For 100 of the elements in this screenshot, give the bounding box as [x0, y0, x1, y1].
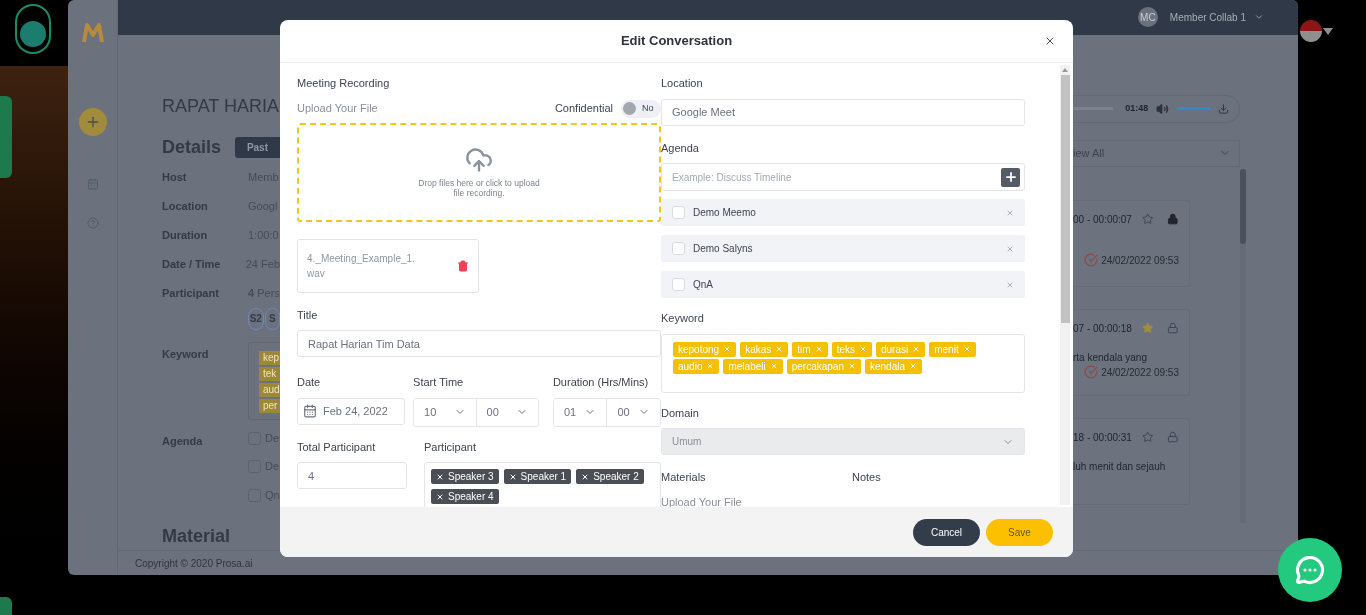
lock-icon[interactable]: [1167, 431, 1179, 444]
tag-label: Speaker 2: [593, 470, 639, 484]
calendar-icon: [303, 404, 317, 418]
delete-icon[interactable]: [457, 259, 469, 272]
dialog-title: Edit Conversation: [620, 32, 733, 51]
segment-date: 24/02/2022 09:53: [1101, 253, 1179, 268]
confidential-label: Confidential: [554, 101, 613, 117]
keyword-tag: tek: [259, 366, 280, 381]
dropzone-text: Drop files here or click to upload file recording.: [417, 178, 541, 198]
toggle-app-icon[interactable]: [15, 4, 51, 54]
logo-icon: [81, 22, 104, 44]
field-label: Domain: [661, 405, 700, 421]
user-avatar[interactable]: MC: [1137, 7, 1158, 28]
upload-label: Upload Your File: [297, 101, 378, 117]
add-agenda-button[interactable]: [1001, 167, 1020, 187]
segment-card[interactable]: 18 - 00:00:31 luh menit dan sejauh: [1073, 417, 1190, 505]
detail-label: Participant: [162, 286, 220, 302]
tag-label: percakapan: [791, 359, 844, 374]
date-field[interactable]: Feb 24, 2022: [297, 397, 406, 425]
check-circle-icon: [1084, 365, 1099, 380]
remove-icon[interactable]: [508, 472, 517, 481]
segment-time: 18 - 00:00:31: [1073, 430, 1132, 445]
plus-icon: [1003, 170, 1018, 184]
field-label: Agenda: [661, 140, 700, 156]
field-label: Keyword: [661, 311, 705, 326]
tag-label: tim: [797, 342, 811, 357]
past-tab[interactable]: Past: [234, 137, 280, 159]
check-circle-icon: [1084, 253, 1099, 268]
detail-label: Location: [162, 199, 209, 215]
tag-label: menit: [934, 342, 959, 357]
remove-icon[interactable]: [436, 492, 444, 501]
field-label: Participant: [424, 439, 477, 455]
remove-icon[interactable]: [581, 472, 590, 481]
tag-label: audio: [678, 359, 703, 374]
volume-icon[interactable]: [1156, 101, 1170, 116]
star-icon[interactable]: [1141, 213, 1154, 226]
agenda-text: Demo Meemo: [693, 206, 757, 220]
agenda-text: QnA: [693, 278, 714, 292]
tag-label: durasi: [880, 342, 909, 357]
section-heading: Meeting Recording: [297, 76, 391, 91]
scrollbar[interactable]: [1240, 168, 1246, 523]
agenda-input[interactable]: Example: Discuss Timeline: [661, 163, 1025, 191]
segment-text: rta kendala yang: [1073, 350, 1148, 365]
side-tab[interactable]: [0, 597, 12, 615]
location-input[interactable]: Google Meet: [661, 98, 1025, 126]
details-heading: Details: [162, 136, 223, 160]
field-label: Notes: [852, 470, 882, 485]
field-label: Materials: [661, 470, 707, 485]
keyword-tag: aud: [259, 382, 280, 397]
segment-time: 00 - 00:00:07: [1073, 212, 1132, 227]
field-label: Title: [297, 307, 319, 323]
time-display: 01:48: [1125, 102, 1149, 116]
page-title: RAPAT HARIA: [162, 94, 280, 117]
tag-label: teks: [836, 342, 855, 357]
participant-count-input[interactable]: 4: [297, 462, 407, 489]
upload-icon: [465, 146, 493, 174]
tag-label: melabeli: [728, 359, 766, 374]
tag-label: kepotong: [678, 342, 720, 357]
title-input[interactable]: Rapat Harian Tim Data: [297, 330, 661, 357]
lock-icon[interactable]: [1167, 322, 1179, 335]
detail-label: Agenda: [162, 433, 204, 449]
download-icon[interactable]: [1218, 102, 1229, 115]
field-label: Duration (Hrs/Mins): [552, 375, 650, 390]
chat-icon: [1295, 555, 1325, 585]
upload-label: Upload Your File: [661, 494, 743, 507]
field-label: Total Participant: [297, 439, 377, 455]
file-name: 4._Meeting_Example_1.wav: [307, 251, 416, 281]
star-icon[interactable]: [1141, 322, 1154, 335]
lock-icon[interactable]: [1167, 213, 1179, 226]
close-icon[interactable]: [1044, 35, 1056, 47]
keyword-tag: kep: [259, 350, 280, 365]
add-button[interactable]: [78, 108, 107, 136]
save-button[interactable]: Save: [986, 518, 1053, 546]
agenda-text: Demo Salyns: [693, 242, 754, 256]
scrollbar[interactable]: [1060, 65, 1070, 505]
segment-date: 24/02/2022 09:53: [1101, 365, 1179, 380]
segment-text: luh menit dan sejauh: [1073, 459, 1167, 474]
calendar-icon[interactable]: [86, 178, 99, 190]
detail-label: Duration: [162, 228, 209, 244]
flag-icon: [1300, 20, 1322, 42]
user-name[interactable]: Member Collab 1: [1169, 9, 1246, 25]
tag-label: kendala: [870, 359, 905, 374]
segment-card[interactable]: 00 - 00:00:07 24/02/2022 09:53: [1073, 199, 1190, 287]
tag-label: Speaker 1: [520, 470, 567, 484]
keyword-tag: per: [259, 398, 280, 413]
caret-icon: [1323, 27, 1333, 35]
segment-time: 07 - 00:00:18: [1073, 321, 1132, 336]
remove-icon[interactable]: [436, 472, 444, 481]
material-heading: Material: [162, 525, 232, 549]
star-icon[interactable]: [1141, 431, 1154, 444]
tag-label: Speaker 3: [448, 470, 494, 484]
tag-label: kakas: [745, 342, 772, 357]
scroll-up-icon[interactable]: [1062, 68, 1068, 72]
tag-label: Speaker 4: [448, 490, 494, 504]
confidential-toggle[interactable]: No: [621, 99, 661, 118]
file-dropzone[interactable]: Drop files here or click to upload file recording.: [297, 122, 661, 222]
cancel-button[interactable]: Cancel: [913, 518, 980, 546]
field-label: Start Time: [413, 375, 465, 390]
segment-card[interactable]: 07 - 00:00:18 rta kendala yang 24/02/2022 09:53: [1073, 308, 1190, 396]
field-label: Date: [297, 375, 322, 390]
